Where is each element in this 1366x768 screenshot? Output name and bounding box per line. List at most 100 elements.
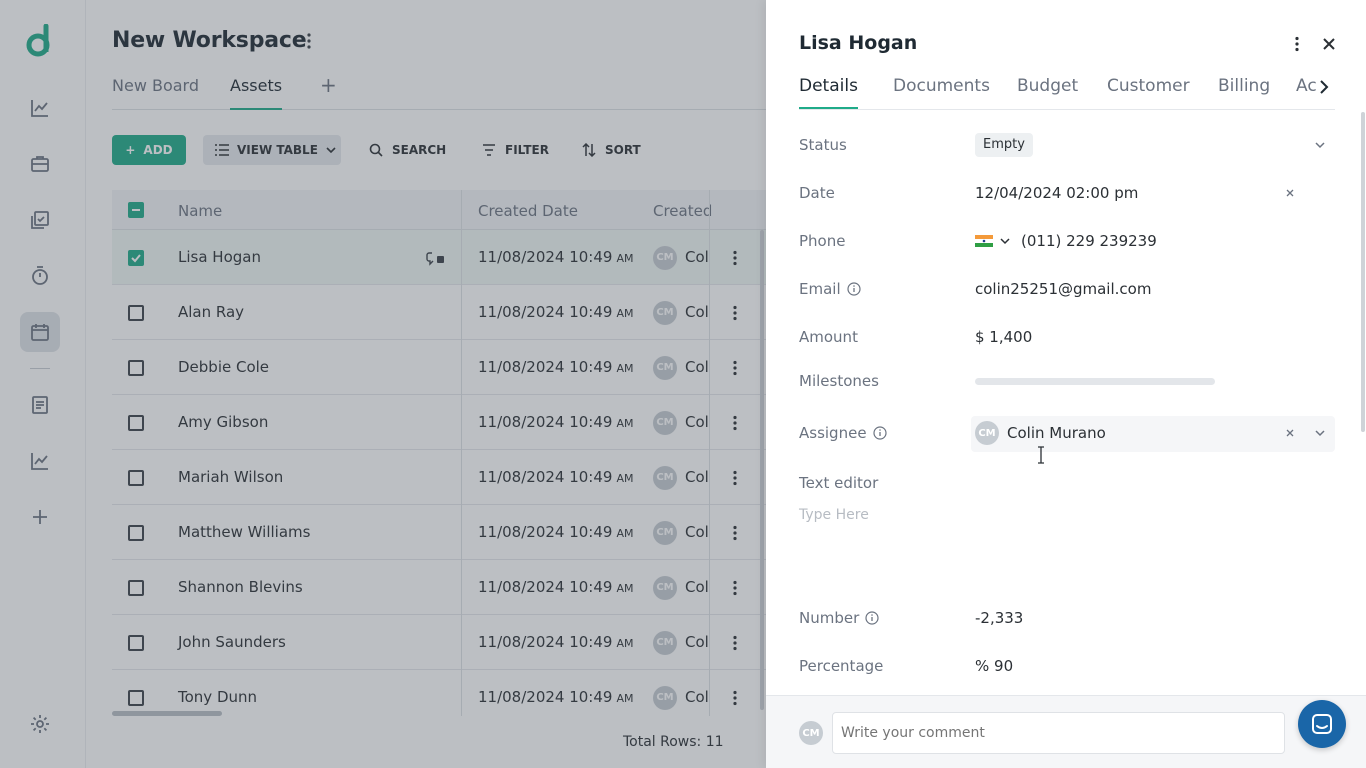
- row-date-ampm: AM: [616, 251, 634, 265]
- row-checkbox[interactable]: [128, 414, 144, 431]
- row-checkbox[interactable]: [128, 689, 144, 706]
- row-menu-icon[interactable]: [732, 635, 738, 651]
- row-creator: Col: [685, 357, 709, 376]
- row-menu-icon[interactable]: [732, 250, 738, 266]
- row-checkbox[interactable]: [128, 249, 144, 266]
- timer-icon[interactable]: [20, 256, 60, 296]
- comment-input[interactable]: [832, 712, 1285, 754]
- info-icon[interactable]: [872, 426, 887, 440]
- tab-assets[interactable]: Assets: [230, 76, 283, 110]
- info-icon[interactable]: [865, 611, 879, 625]
- more-options-icon[interactable]: [1293, 36, 1301, 52]
- number-field[interactable]: -2,333: [975, 609, 1023, 627]
- add-button[interactable]: + ADD: [112, 135, 186, 165]
- search-button[interactable]: SEARCH: [369, 135, 446, 165]
- logo-icon[interactable]: [24, 24, 56, 58]
- tab-ac[interactable]: Ac: [1296, 76, 1317, 96]
- tab-new-board[interactable]: New Board: [112, 76, 199, 95]
- row-menu-icon[interactable]: [732, 580, 738, 596]
- open-record-icon[interactable]: [426, 250, 446, 266]
- clear-date-icon[interactable]: [1285, 188, 1295, 198]
- tab-documents[interactable]: Documents: [893, 76, 990, 96]
- table-row[interactable]: Tony Dunn 11/08/2024 10:49 AM CM Col: [112, 670, 766, 716]
- document-icon[interactable]: [20, 385, 60, 425]
- row-name[interactable]: Matthew Williams: [178, 523, 310, 541]
- milestones-progress[interactable]: [975, 378, 1215, 385]
- country-chevron-icon[interactable]: [999, 235, 1011, 247]
- table-horizontal-scrollbar[interactable]: [112, 711, 222, 716]
- settings-icon[interactable]: [20, 704, 60, 744]
- row-name[interactable]: Mariah Wilson: [178, 468, 283, 486]
- table-row[interactable]: Mariah Wilson 11/08/2024 10:49 AM CM Col: [112, 450, 766, 505]
- add-button-label: ADD: [143, 143, 173, 157]
- table-row[interactable]: John Saunders 11/08/2024 10:49 AM CM Col: [112, 615, 766, 670]
- chat-launcher-button[interactable]: [1298, 700, 1346, 748]
- chevron-down-icon[interactable]: [1314, 427, 1326, 439]
- tab-customer[interactable]: Customer: [1107, 76, 1190, 96]
- table-vertical-scrollbar[interactable]: [760, 230, 764, 710]
- row-menu-icon[interactable]: [732, 415, 738, 431]
- tab-billing[interactable]: Billing: [1218, 76, 1270, 96]
- row-date-ampm: AM: [616, 691, 634, 705]
- analytics-icon[interactable]: [20, 88, 60, 128]
- row-name[interactable]: Tony Dunn: [178, 688, 257, 706]
- trend-icon[interactable]: [20, 441, 60, 481]
- table-row[interactable]: Debbie Cole 11/08/2024 10:49 AM CM Col: [112, 340, 766, 395]
- panel-tabs: Details Documents Budget Customer Billin…: [799, 74, 1335, 110]
- row-checkbox[interactable]: [128, 524, 144, 541]
- row-name[interactable]: Amy Gibson: [178, 413, 268, 431]
- briefcase-icon[interactable]: [20, 144, 60, 184]
- tab-budget[interactable]: Budget: [1017, 76, 1078, 96]
- text-editor-label: Text editor: [799, 474, 879, 492]
- clear-assignee-icon[interactable]: [1285, 428, 1295, 438]
- table-row[interactable]: Shannon Blevins 11/08/2024 10:49 AM CM Col: [112, 560, 766, 615]
- row-menu-icon[interactable]: [732, 690, 738, 706]
- sort-button[interactable]: SORT: [582, 135, 641, 165]
- close-icon[interactable]: [1321, 36, 1337, 52]
- chevron-right-icon[interactable]: [1317, 78, 1331, 96]
- calendar-icon[interactable]: [20, 312, 60, 352]
- creator-avatar: CM: [653, 355, 677, 380]
- row-checkbox[interactable]: [128, 304, 144, 321]
- row-checkbox[interactable]: [128, 634, 144, 651]
- view-table-button[interactable]: VIEW TABLE: [203, 135, 341, 165]
- row-name[interactable]: Debbie Cole: [178, 358, 269, 376]
- select-all-checkbox[interactable]: [128, 202, 144, 218]
- status-select[interactable]: Empty: [975, 133, 1033, 157]
- row-name[interactable]: John Saunders: [178, 633, 286, 651]
- india-flag-icon[interactable]: [975, 235, 993, 247]
- row-name[interactable]: Alan Ray: [178, 303, 244, 321]
- column-created-date[interactable]: Created Date: [478, 202, 578, 220]
- row-checkbox[interactable]: [128, 359, 144, 376]
- column-name[interactable]: Name: [178, 202, 222, 220]
- filter-button[interactable]: FILTER: [482, 135, 549, 165]
- panel-scrollbar[interactable]: [1361, 112, 1365, 432]
- table-row[interactable]: Alan Ray 11/08/2024 10:49 AM CM Col: [112, 285, 766, 340]
- percentage-field[interactable]: % 90: [975, 657, 1013, 675]
- tasks-icon[interactable]: [20, 200, 60, 240]
- filter-icon: [483, 144, 495, 156]
- table-row[interactable]: Matthew Williams 11/08/2024 10:49 AM CM Col: [112, 505, 766, 560]
- table-row[interactable]: Amy Gibson 11/08/2024 10:49 AM CM Col: [112, 395, 766, 450]
- email-field[interactable]: colin25251@gmail.com: [975, 280, 1151, 298]
- add-tab-icon[interactable]: +: [320, 75, 337, 95]
- phone-field[interactable]: (011) 229 239239: [1021, 232, 1157, 250]
- row-checkbox[interactable]: [128, 469, 144, 486]
- row-menu-icon[interactable]: [732, 470, 738, 486]
- info-icon[interactable]: [847, 282, 861, 296]
- tab-details[interactable]: Details: [799, 76, 858, 109]
- date-field[interactable]: 12/04/2024 02:00 pm: [975, 184, 1138, 202]
- amount-field[interactable]: $ 1,400: [975, 328, 1032, 346]
- text-editor-input[interactable]: Type Here: [799, 507, 869, 523]
- row-name[interactable]: Lisa Hogan: [178, 248, 261, 266]
- column-created-by[interactable]: Created: [653, 202, 712, 220]
- plus-icon[interactable]: [20, 497, 60, 537]
- row-menu-icon[interactable]: [732, 360, 738, 376]
- row-name[interactable]: Shannon Blevins: [178, 578, 303, 596]
- table-row[interactable]: Lisa Hogan 11/08/2024 10:49 AM CM Col: [112, 230, 766, 285]
- row-menu-icon[interactable]: [732, 525, 738, 541]
- workspace-menu-icon[interactable]: [304, 32, 314, 50]
- row-menu-icon[interactable]: [732, 305, 738, 321]
- chevron-down-icon[interactable]: [1314, 139, 1326, 151]
- row-checkbox[interactable]: [128, 579, 144, 596]
